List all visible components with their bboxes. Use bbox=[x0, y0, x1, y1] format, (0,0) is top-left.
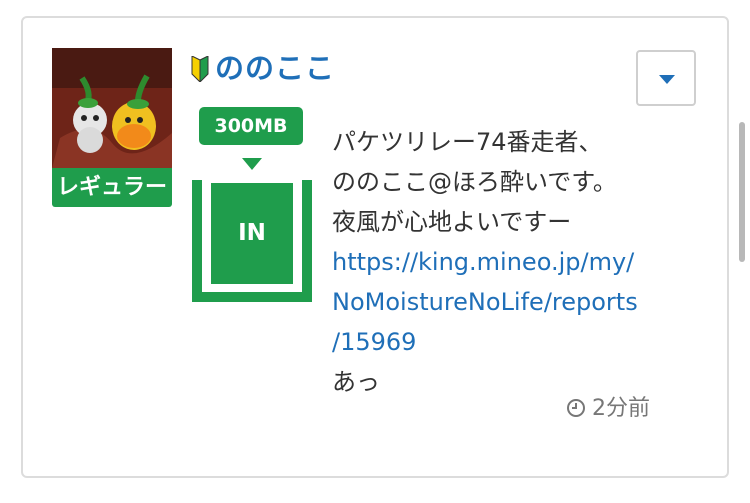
post-message: パケツリレー74番走者、 ののここ@ほろ酔いです。 夜風が心地よいですー htt… bbox=[332, 122, 682, 402]
avatar[interactable] bbox=[52, 48, 172, 168]
timestamp-text: 2分前 bbox=[592, 396, 650, 421]
beginner-mark-icon bbox=[191, 56, 209, 82]
data-arrow-down-icon bbox=[242, 158, 262, 170]
username-link[interactable]: ののここ bbox=[215, 48, 335, 88]
caret-down-icon bbox=[659, 75, 675, 84]
rank-badge: レギュラー bbox=[52, 168, 172, 207]
direction-label: IN bbox=[211, 183, 293, 284]
message-line: パケツリレー74番走者、 bbox=[332, 128, 603, 156]
post-menu-button[interactable] bbox=[636, 50, 696, 106]
timestamp: 2分前 bbox=[566, 393, 650, 425]
message-line: 夜風が心地よいですー bbox=[332, 208, 572, 236]
data-amount-badge: 300MB bbox=[199, 107, 303, 145]
report-link[interactable]: /15969 bbox=[332, 322, 682, 362]
scrollbar-thumb[interactable] bbox=[739, 122, 745, 262]
report-link[interactable]: https://king.mineo.jp/my/ bbox=[332, 242, 682, 282]
clock-icon bbox=[567, 399, 585, 417]
avatar-image bbox=[52, 48, 172, 168]
report-link[interactable]: NoMoistureNoLife/reports bbox=[332, 282, 682, 322]
message-line: ののここ@ほろ酔いです。 bbox=[332, 168, 617, 196]
